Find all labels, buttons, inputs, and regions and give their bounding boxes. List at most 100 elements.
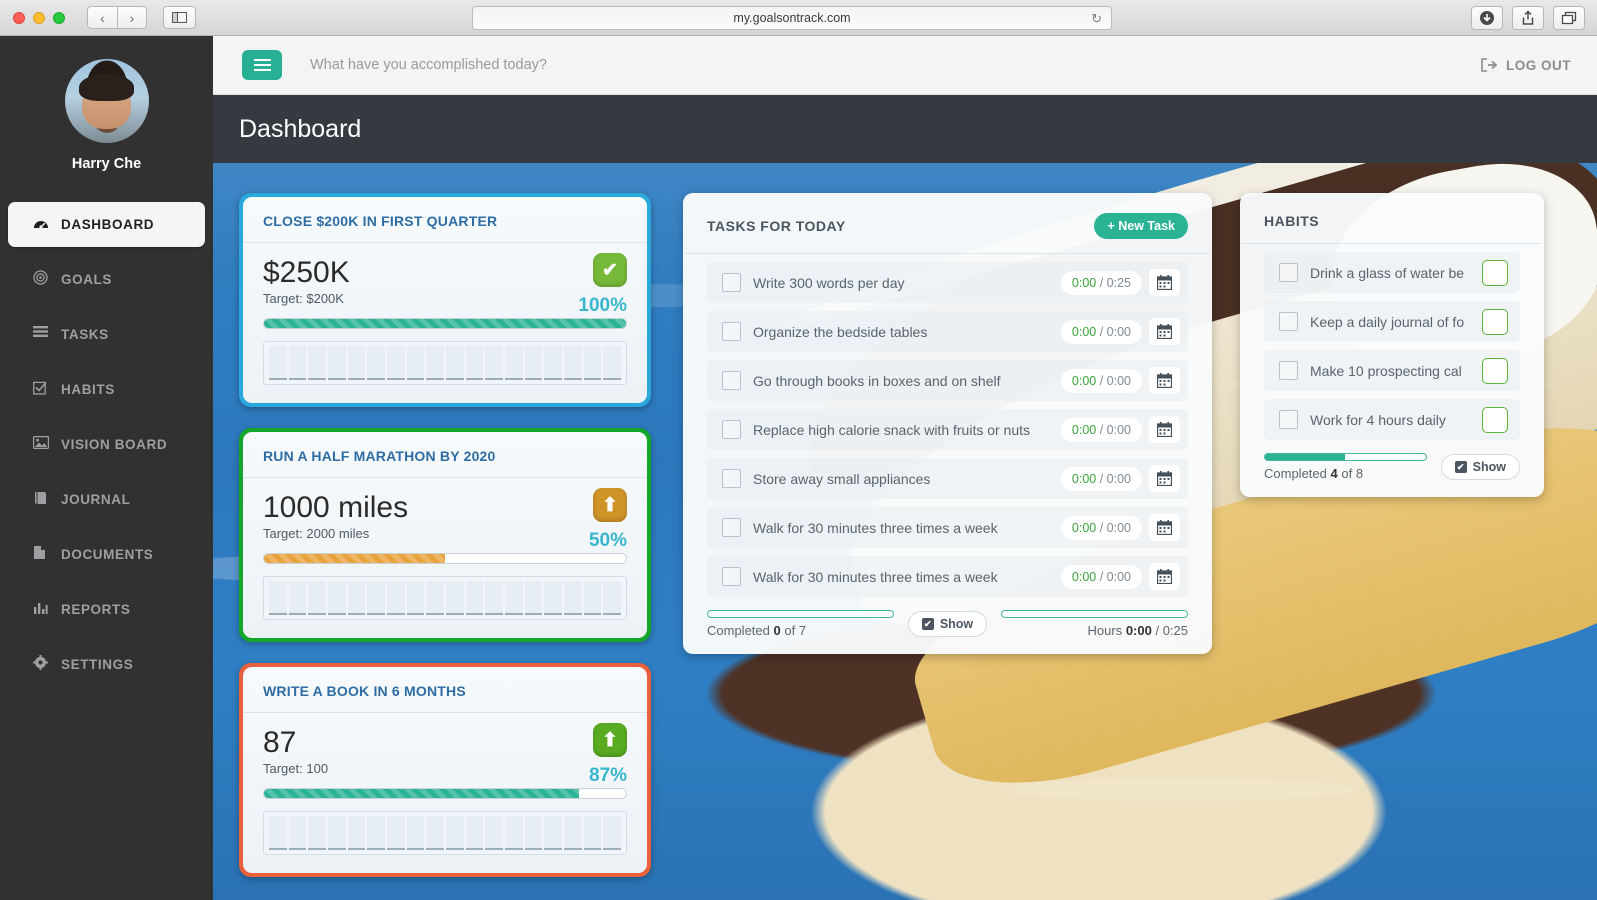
task-checkbox[interactable]	[722, 371, 741, 390]
goal-card[interactable]: CLOSE $200K IN FIRST QUARTER $250K Targe…	[239, 193, 651, 407]
task-label: Organize the bedside tables	[753, 324, 1061, 340]
goal-progress-bar	[263, 318, 627, 329]
sidebar-toggle-button[interactable]	[163, 6, 196, 29]
sidebar-item-dashboard[interactable]: DASHBOARD	[8, 202, 205, 247]
back-button[interactable]: ‹	[87, 6, 117, 29]
task-row[interactable]: Walk for 30 minutes three times a week0:…	[707, 556, 1188, 597]
habit-checkbox[interactable]	[1279, 410, 1298, 429]
task-checkbox[interactable]	[722, 420, 741, 439]
goal-card[interactable]: WRITE A BOOK IN 6 MONTHS 87 Target: 100 …	[239, 663, 651, 877]
calendar-icon[interactable]	[1149, 416, 1180, 443]
tasks-show-toggle[interactable]: ✔ Show	[908, 611, 987, 637]
sidebar-item-habits[interactable]: HABITS	[0, 367, 213, 412]
task-checkbox[interactable]	[722, 322, 741, 341]
task-row[interactable]: Organize the bedside tables0:00 / 0:00	[707, 311, 1188, 352]
habit-checkbox[interactable]	[1279, 361, 1298, 380]
address-bar[interactable]: my.goalsontrack.com ↻	[472, 6, 1112, 30]
maximize-window-button[interactable]	[53, 12, 65, 24]
goal-mini-chart	[263, 576, 627, 620]
new-task-button[interactable]: + New Task	[1094, 213, 1188, 239]
list-icon	[33, 326, 61, 343]
checkbox-icon: ✔	[922, 618, 934, 630]
forward-icon: ›	[130, 10, 135, 26]
tabs-icon	[1561, 11, 1577, 25]
hamburger-icon[interactable]	[242, 50, 282, 80]
habits-panel-footer: Completed 4 of 8 ✔ Show	[1240, 440, 1544, 497]
calendar-icon[interactable]	[1149, 563, 1180, 590]
task-label: Go through books in boxes and on shelf	[753, 373, 1061, 389]
dashboard-gauge-icon	[33, 216, 61, 234]
user-profile[interactable]: Harry Che	[0, 36, 213, 172]
tabs-overview-button[interactable]	[1553, 6, 1585, 30]
habit-row[interactable]: Drink a glass of water be	[1264, 252, 1520, 293]
calendar-icon[interactable]	[1149, 514, 1180, 541]
sidebar-item-tasks[interactable]: TASKS	[0, 312, 213, 357]
task-row[interactable]: Go through books in boxes and on shelf0:…	[707, 360, 1188, 401]
task-checkbox[interactable]	[722, 567, 741, 586]
completed-count: 4	[1331, 466, 1338, 481]
forward-button[interactable]: ›	[117, 6, 147, 29]
habit-checkbox[interactable]	[1279, 312, 1298, 331]
task-time: 0:00 / 0:25	[1061, 271, 1142, 295]
hours-progress-bar	[1001, 610, 1188, 618]
task-checkbox[interactable]	[722, 518, 741, 537]
sidebar-item-settings[interactable]: SETTINGS	[0, 642, 213, 687]
tasks-panel-header: TASKS FOR TODAY + New Task	[685, 193, 1210, 254]
accomplished-prompt[interactable]: What have you accomplished today?	[310, 57, 547, 73]
task-checkbox[interactable]	[722, 469, 741, 488]
tasks-list: Write 300 words per day0:00 / 0:25 Organi…	[683, 262, 1212, 597]
page-title: Dashboard	[239, 115, 361, 144]
completed-suffix: of 7	[784, 623, 806, 638]
task-row[interactable]: Replace high calorie snack with fruits o…	[707, 409, 1188, 450]
task-time: 0:00 / 0:00	[1061, 320, 1142, 344]
goal-value: 87	[263, 727, 627, 759]
task-row[interactable]: Store away small appliances0:00 / 0:00	[707, 458, 1188, 499]
habit-label: Drink a glass of water be	[1310, 265, 1482, 281]
close-window-button[interactable]	[13, 12, 25, 24]
calendar-icon[interactable]	[1149, 465, 1180, 492]
app-sidebar: Harry Che DASHBOARD GOALS TASKS	[0, 36, 213, 900]
minimize-window-button[interactable]	[33, 12, 45, 24]
logout-button[interactable]: LOG OUT	[1481, 58, 1571, 73]
habit-row[interactable]: Work for 4 hours daily	[1264, 399, 1520, 440]
sidebar-item-label: TASKS	[61, 327, 109, 342]
share-button[interactable]	[1512, 6, 1544, 30]
completed-label: Completed 0 of 7	[707, 623, 894, 638]
tasks-panel: TASKS FOR TODAY + New Task Write 300 wor…	[683, 193, 1212, 654]
habit-label: Keep a daily journal of fo	[1310, 314, 1482, 330]
user-name: Harry Che	[72, 156, 141, 172]
habit-complete-box[interactable]	[1482, 260, 1508, 286]
sidebar-item-vision-board[interactable]: VISION BOARD	[0, 422, 213, 467]
browser-tools	[1471, 6, 1585, 30]
calendar-icon[interactable]	[1149, 367, 1180, 394]
task-row[interactable]: Walk for 30 minutes three times a week0:…	[707, 507, 1188, 548]
habit-row[interactable]: Make 10 prospecting cal	[1264, 350, 1520, 391]
task-time: 0:00 / 0:00	[1061, 516, 1142, 540]
hours-label: Hours 0:00 / 0:25	[1001, 623, 1188, 638]
task-label: Walk for 30 minutes three times a week	[753, 569, 1061, 585]
sidebar-item-reports[interactable]: REPORTS	[0, 587, 213, 632]
sidebar-item-label: SETTINGS	[61, 657, 133, 672]
habits-panel-title: HABITS	[1264, 213, 1319, 229]
habit-complete-box[interactable]	[1482, 309, 1508, 335]
habit-complete-box[interactable]	[1482, 407, 1508, 433]
habits-show-toggle[interactable]: ✔ Show	[1441, 454, 1520, 480]
sidebar-item-documents[interactable]: DOCUMENTS	[0, 532, 213, 577]
sidebar-item-label: DOCUMENTS	[61, 547, 153, 562]
habit-checkbox[interactable]	[1279, 263, 1298, 282]
sidebar-item-journal[interactable]: JOURNAL	[0, 477, 213, 522]
goal-card[interactable]: RUN A HALF MARATHON BY 2020 1000 miles T…	[239, 428, 651, 642]
habits-list: Drink a glass of water be Keep a daily jo…	[1240, 252, 1544, 440]
habit-row[interactable]: Keep a daily journal of fo	[1264, 301, 1520, 342]
habit-complete-box[interactable]	[1482, 358, 1508, 384]
task-time: 0:00 / 0:00	[1061, 565, 1142, 589]
task-row[interactable]: Write 300 words per day0:00 / 0:25	[707, 262, 1188, 303]
calendar-icon[interactable]	[1149, 318, 1180, 345]
task-checkbox[interactable]	[722, 273, 741, 292]
reload-icon[interactable]: ↻	[1091, 11, 1102, 27]
downloads-button[interactable]	[1471, 6, 1503, 30]
habit-label: Work for 4 hours daily	[1310, 412, 1482, 428]
tasks-panel-title: TASKS FOR TODAY	[707, 218, 846, 234]
sidebar-item-goals[interactable]: GOALS	[0, 257, 213, 302]
calendar-icon[interactable]	[1149, 269, 1180, 296]
